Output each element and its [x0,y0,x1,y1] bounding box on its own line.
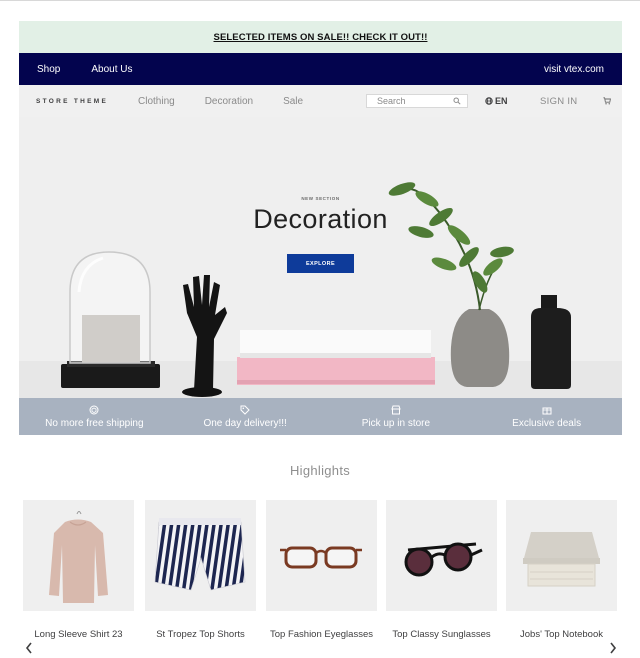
explore-button[interactable]: EXPLORE [287,254,354,273]
product-image[interactable] [23,500,134,611]
chevron-right-icon[interactable] [608,641,618,655]
tag-icon [240,405,250,415]
nav-link-clothing[interactable]: Clothing [138,96,175,107]
sign-in-link[interactable]: SIGN IN [540,96,577,107]
product-image[interactable] [266,500,377,611]
topbar-link-shop[interactable]: Shop [37,64,60,75]
language-label: EN [495,96,508,106]
search-placeholder: Search [377,96,406,106]
product-image[interactable] [506,500,617,611]
feature-exclusive-deals: Exclusive deals [471,398,622,435]
product-name[interactable]: Long Sleeve Shirt 23 [23,629,134,641]
store-logo[interactable]: STORE THEME [36,98,138,105]
product-name[interactable]: Top Classy Sunglasses [386,629,497,641]
product-card-notebook[interactable]: Jobs' Top Notebook [506,500,617,641]
main-nav: STORE THEME Clothing Decoration Sale Sea… [19,85,622,117]
language-switcher[interactable]: EN [485,96,508,106]
hero-title: Decoration [253,204,388,234]
topbar-link-vtex[interactable]: visit vtex.com [544,64,604,75]
product-card-long-sleeve-shirt[interactable]: Long Sleeve Shirt 23 [23,500,134,641]
black-bottle-decor [531,295,571,389]
product-name[interactable]: St Tropez Top Shorts [145,629,256,641]
nav-link-sale[interactable]: Sale [283,96,303,107]
store-page: SELECTED ITEMS ON SALE!! CHECK IT OUT!! … [19,21,622,435]
product-card-sunglasses[interactable]: Top Classy Sunglasses [386,500,497,641]
search-icon[interactable] [453,97,461,105]
feature-free-shipping: No more free shipping [19,398,170,435]
nav-link-decoration[interactable]: Decoration [205,96,253,107]
cart-icon[interactable] [603,97,611,105]
promo-bar: SELECTED ITEMS ON SALE!! CHECK IT OUT!! [19,21,622,53]
search-input[interactable]: Search [366,94,468,108]
feature-label: Pick up in store [361,417,431,429]
product-name[interactable]: Jobs' Top Notebook [506,629,617,641]
product-image[interactable] [386,500,497,611]
store-icon [391,405,401,414]
hero-kicker: NEW SECTION [301,196,340,201]
highlights-title: Highlights [289,463,351,478]
globe-icon [485,97,493,105]
product-image[interactable] [145,500,256,611]
product-shelf: Long Sleeve Shirt 23 St Tropez Top Short… [23,500,617,658]
chevron-left-icon[interactable] [24,641,34,655]
hand-sculpture-decor [182,275,227,397]
book-stack-decor [237,330,435,385]
box-icon [89,405,99,414]
feature-label: Exclusive deals [512,417,582,429]
topbar-link-about-us[interactable]: About Us [91,64,132,75]
product-card-eyeglasses[interactable]: Top Fashion Eyeglasses [266,500,377,641]
window-top-border [0,0,640,1]
feature-label: One day delivery!!! [203,417,287,429]
bell-jar-decor [61,251,160,388]
feature-one-day-delivery: One day delivery!!! [170,398,321,435]
product-card-st-tropez-shorts[interactable]: St Tropez Top Shorts [145,500,256,641]
product-name[interactable]: Top Fashion Eyeglasses [266,629,377,641]
top-bar: Shop About Us visit vtex.com [19,53,622,85]
gift-icon [542,407,552,414]
features-bar: No more free shipping One day delivery!!… [19,398,622,435]
hero-banner[interactable]: NEW SECTION Decoration EXPLORE [19,117,622,398]
feature-pick-up: Pick up in store [321,398,472,435]
feature-label: No more free shipping [45,417,144,429]
promo-link[interactable]: SELECTED ITEMS ON SALE!! CHECK IT OUT!! [214,32,428,43]
